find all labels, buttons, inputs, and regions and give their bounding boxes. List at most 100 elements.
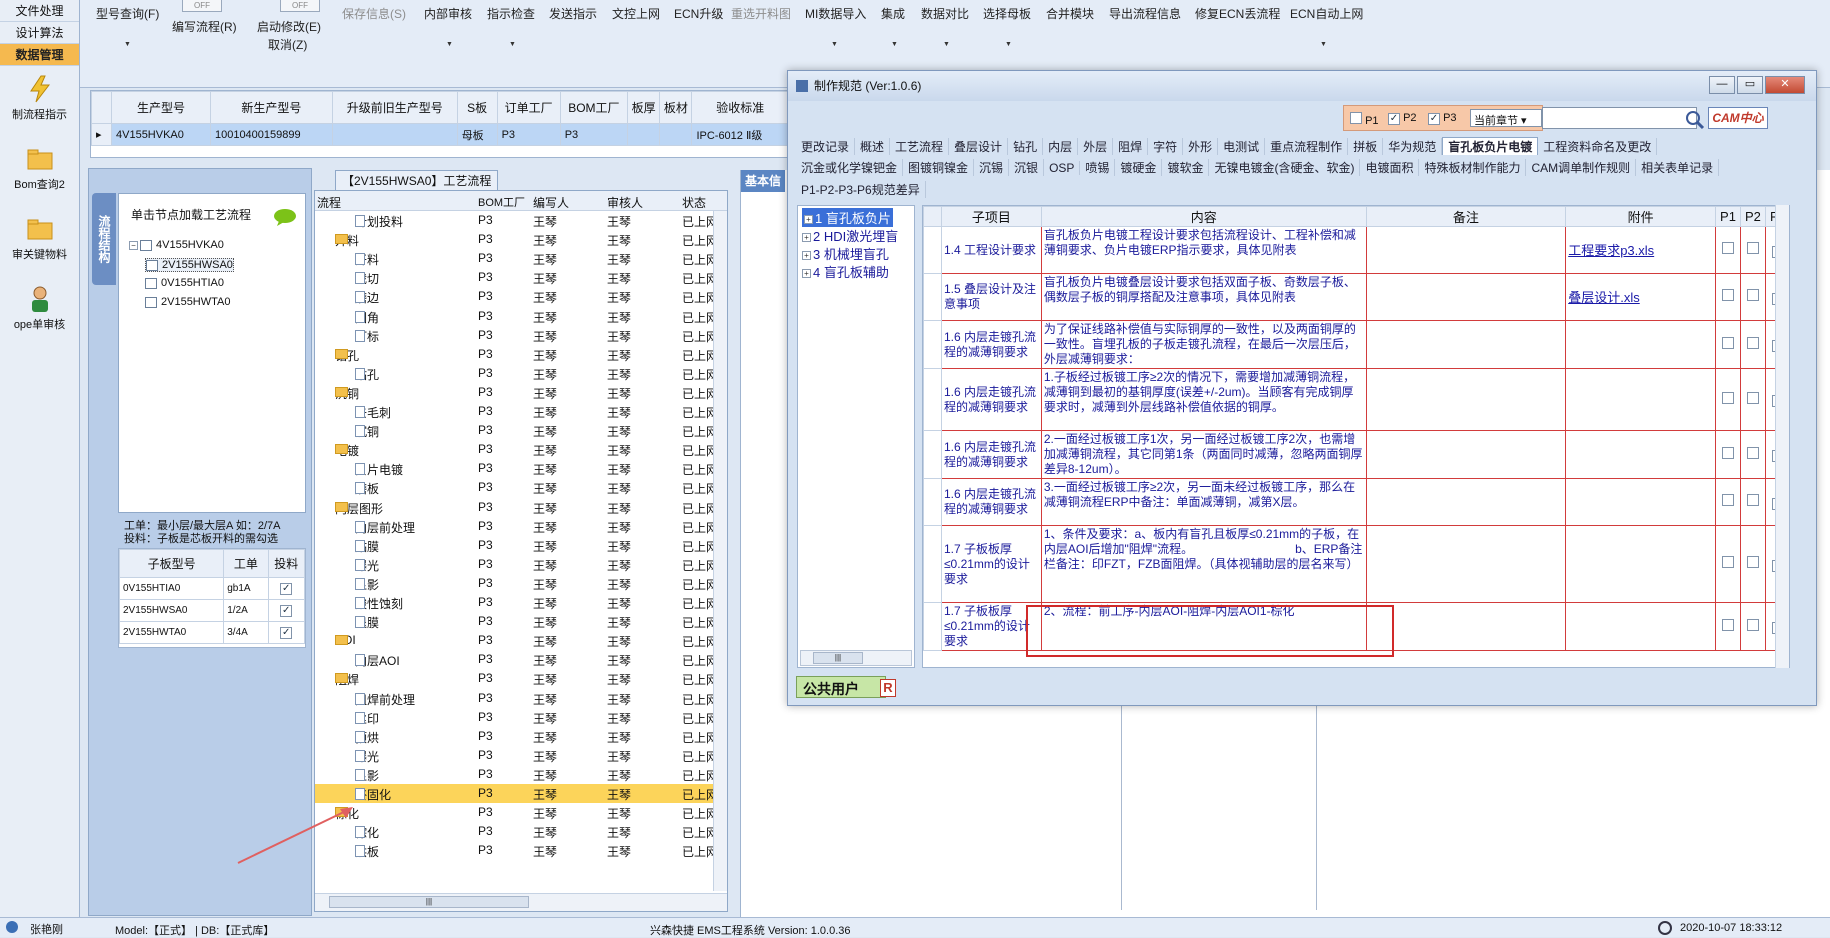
cancel-button[interactable]: 取消(Z)	[268, 36, 307, 53]
tab[interactable]: 华为规范	[1383, 138, 1443, 155]
flow-row[interactable]: 圆角 P3 王琴 王琴 已上网	[315, 307, 718, 326]
table-row[interactable]: 1.5 叠层设计及注意事项 盲孔板负片电镀叠层设计要求包括双面子板、奇数层子板、偶…	[923, 273, 1789, 321]
tool-review[interactable]: ope单审核	[0, 276, 79, 346]
column-header[interactable]: P1	[1715, 206, 1741, 227]
flow-row[interactable]: 开料P3王琴王琴已上网	[315, 249, 718, 268]
tab[interactable]: 叠层设计	[949, 138, 1009, 155]
flow-row[interactable]: 钻孔P3王琴王琴已上网	[315, 364, 718, 383]
table-row[interactable]: 1.7 子板板厚≤0.21mm的设计要求 1、条件及要求：a、板内有盲孔且板厚≤0…	[923, 525, 1789, 603]
tab[interactable]: 无镍电镀金(含硬金、软金)	[1209, 159, 1361, 176]
tab[interactable]: 内层	[1043, 138, 1079, 155]
column-header[interactable]: P2	[1739, 206, 1766, 227]
nav-data-management[interactable]: 数据管理	[0, 44, 79, 66]
flow-row[interactable]: 负片电镀 P3 王琴 王琴 已上网	[315, 459, 718, 478]
table-row[interactable]: 2V155HWSA0 1/2A ✓	[118, 599, 305, 622]
edit-flow-toggle[interactable]: OFF	[182, 0, 222, 12]
p1-checkbox[interactable]	[1721, 618, 1734, 631]
tab[interactable]: 图镀铜镍金	[903, 159, 975, 176]
cell-note[interactable]	[1365, 226, 1567, 274]
flow-row[interactable]: 显影 P3 王琴 王琴 已上网	[315, 765, 718, 784]
flow-row[interactable]: AOIP3王琴王琴已上网	[315, 631, 718, 650]
tab[interactable]: P1-P2-P3-P6规范差异	[796, 181, 926, 198]
start-modify-button[interactable]: 启动修改(E)	[257, 18, 321, 35]
row-header[interactable]	[923, 478, 942, 526]
table-row[interactable]: 0V155HTIA0 gb1A ✓	[118, 577, 305, 600]
cell[interactable]: P3	[496, 123, 561, 146]
cell[interactable]	[331, 123, 458, 146]
column-header[interactable]: 子项目	[940, 206, 1042, 227]
tree-node[interactable]: 0V155HTIA0	[145, 277, 224, 289]
row-header[interactable]	[923, 320, 942, 369]
table-row[interactable]: 1.6 内层走镀孔流程的减薄铜要求 3.一面经过板镀工序≥2次，另一面未经过板镀工…	[923, 478, 1789, 526]
search-icon[interactable]	[1684, 109, 1706, 131]
tree-node[interactable]: 2V155HWSA0	[145, 258, 234, 272]
column-header[interactable]: 工单	[223, 549, 269, 578]
tree-node[interactable]: +1 盲孔板负片	[802, 208, 893, 227]
tab[interactable]: 工艺流程	[890, 138, 950, 155]
cell-note[interactable]	[1365, 478, 1567, 526]
p2-checkbox[interactable]	[1746, 446, 1759, 459]
tab[interactable]: 工程资料命名及更改	[1538, 138, 1658, 155]
flow-row[interactable]: 丝印 P3 王琴 王琴 已上网	[315, 708, 718, 727]
cell-sub[interactable]: 1.5 叠层设计及注意事项	[940, 273, 1042, 321]
flow-row[interactable]: 棕化P3王琴王琴已上网	[315, 822, 718, 841]
start-modify-toggle[interactable]: OFF	[280, 0, 320, 12]
tab[interactable]: OSP	[1044, 161, 1081, 175]
p1-checkbox[interactable]	[1721, 556, 1734, 568]
column-header[interactable]: 验收标准	[691, 91, 789, 124]
table-row[interactable]: 1.6 内层走镀孔流程的减薄铜要求 1.子板经过板镀工序≥2次的情况下，需要增加减…	[923, 368, 1789, 431]
cell-note[interactable]	[1365, 368, 1567, 431]
p2-checkbox[interactable]	[1746, 289, 1759, 301]
p2-checkbox[interactable]	[1746, 391, 1759, 404]
cell-note[interactable]	[1365, 602, 1567, 651]
column-header[interactable]: 审核人	[607, 194, 643, 211]
spec-grid-scrollbar[interactable]	[1775, 205, 1789, 668]
tab[interactable]: 概述	[855, 138, 891, 155]
tree-node[interactable]: +2 HDI激光埋盲	[802, 226, 898, 245]
tab[interactable]: 相关表单记录	[1636, 159, 1720, 176]
flow-row[interactable]: 曝光 P3 王琴 王琴 已上网	[315, 555, 718, 574]
row-header[interactable]	[923, 602, 942, 651]
column-header[interactable]: 升级前旧生产型号	[331, 91, 458, 124]
cell-content[interactable]: 3.一面经过板镀工序≥2次，另一面未经过板镀工序，那么在减薄铜流程ERP中备注：…	[1040, 478, 1367, 526]
flow-row[interactable]: 酸性蚀刻 P3 王琴 王琴 已上网	[315, 593, 718, 612]
column-header[interactable]: 流程	[317, 194, 341, 211]
flow-row[interactable]: 烘板 P3 王琴 王琴 已上网	[315, 841, 718, 860]
column-header[interactable]: 新生产型号	[209, 91, 333, 124]
tool-key-material[interactable]: 审关键物料	[0, 206, 79, 276]
flow-row[interactable]: 显影 P3 王琴 王琴 已上网	[315, 574, 718, 593]
tree-node[interactable]: +3 机械埋盲孔	[802, 244, 889, 263]
flow-row[interactable]: 内层图形 P3 王琴 王琴 已上网	[315, 498, 718, 517]
cell-content[interactable]: 盲孔板负片电镀工程设计要求包括流程设计、工程补偿和减薄铜要求、负片电镀ERP指示…	[1040, 226, 1367, 274]
row-header[interactable]	[923, 525, 942, 603]
tab[interactable]: 镀软金	[1162, 159, 1210, 176]
send-instruction-button[interactable]: 发送指示	[549, 5, 597, 22]
tab[interactable]: 电测试	[1218, 138, 1266, 155]
flow-row[interactable]: 内层前处理 P3 王琴 王琴 已上网	[315, 517, 718, 536]
flow-row[interactable]: 退膜 P3 王琴 王琴 已上网	[315, 612, 718, 631]
cell-sub[interactable]: 1.4 工程设计要求	[940, 226, 1042, 274]
nav-design[interactable]: 设计算法	[0, 22, 79, 44]
edit-flow-button[interactable]: 编写流程(R)	[172, 18, 237, 35]
reselect-cut-button[interactable]: 重选开料图	[731, 5, 791, 22]
cell[interactable]	[627, 123, 661, 146]
tree-node[interactable]: −4V155HVKA0	[129, 239, 224, 251]
attachment-link[interactable]: 叠层设计.xls	[1565, 273, 1716, 321]
filter-p2[interactable]: ✓ P2	[1388, 112, 1417, 125]
tab[interactable]: 字符	[1148, 138, 1184, 155]
attachment-link[interactable]	[1565, 602, 1716, 651]
cell-content[interactable]: 盲孔板负片电镀叠层设计要求包括双面子板、奇数层子板、偶数层子板的铜厚搭配及注意事…	[1040, 273, 1367, 321]
collapse-icon[interactable]: −	[129, 240, 138, 250]
p2-checkbox[interactable]	[1746, 336, 1759, 349]
p1-checkbox[interactable]	[1721, 336, 1734, 349]
flow-row[interactable]: 计划投料 P3 王琴 王琴 已上网	[315, 211, 718, 230]
column-header[interactable]: 内容	[1040, 206, 1367, 227]
tab[interactable]: 沉锡	[974, 159, 1010, 176]
merge-module-button[interactable]: 合并模块	[1046, 5, 1094, 22]
horizontal-scrollbar[interactable]: |||	[800, 650, 912, 666]
p1-checkbox[interactable]	[1721, 289, 1734, 301]
vertical-scrollbar[interactable]	[713, 211, 727, 891]
cell-note[interactable]	[1365, 525, 1567, 603]
flow-row[interactable]: 沉铜P3王琴王琴已上网	[315, 383, 718, 402]
column-header[interactable]: 板厚	[627, 91, 661, 124]
